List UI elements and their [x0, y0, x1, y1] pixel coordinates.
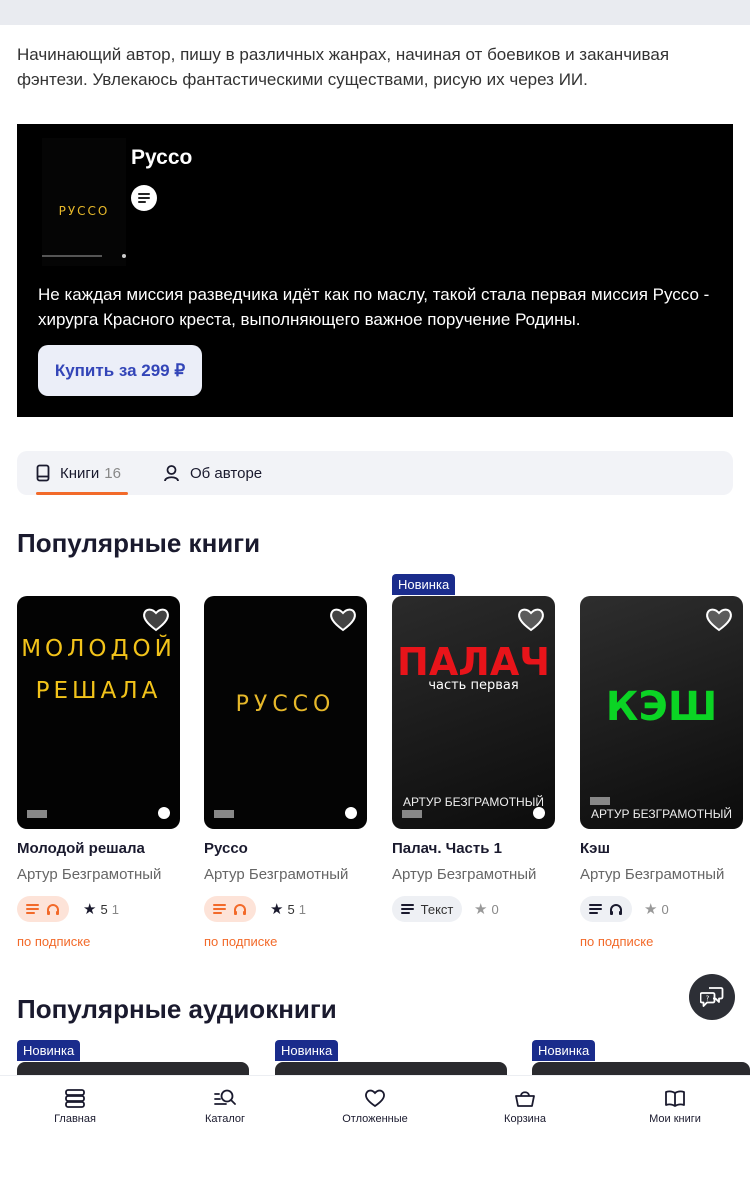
publisher-logo	[590, 797, 610, 805]
home-icon	[65, 1089, 85, 1108]
section-title-popular-books: Популярные книги	[17, 528, 261, 558]
nav-catalog[interactable]: Каталог	[170, 1088, 280, 1125]
cover-title-line1: КЭШ	[605, 684, 718, 730]
tab-active-indicator	[36, 492, 128, 495]
nav-cart[interactable]: Корзина	[470, 1088, 580, 1125]
book-title[interactable]: Палач. Часть 1	[392, 840, 502, 857]
promo-banner[interactable]: РУССО Руссо Не каждая миссия разведчика …	[17, 124, 733, 417]
favorite-heart-icon[interactable]	[329, 606, 357, 632]
format-badge: Текст	[392, 896, 462, 922]
subscription-label: по подписке	[204, 934, 278, 949]
rating: ★ 0	[474, 900, 499, 918]
headphones-icon	[234, 903, 246, 915]
cover-author: АРТУР БЕЗГРАМОТНЫЙ	[403, 795, 544, 809]
cover-author: АРТУР БЕЗГРАМОТНЫЙ	[591, 807, 732, 821]
cover-subtitle: часть первая	[428, 678, 519, 693]
book-title[interactable]: Кэш	[580, 840, 610, 857]
book-author[interactable]: Артур Безграмотный	[392, 866, 536, 883]
subscription-label: по подписке	[580, 934, 654, 949]
top-status-bar	[0, 0, 750, 25]
nav-cart-label: Корзина	[504, 1113, 546, 1125]
text-format-icon	[131, 185, 157, 211]
book-author[interactable]: Артур Безграмотный	[580, 866, 724, 883]
text-format-icon	[26, 904, 39, 914]
favorite-heart-icon[interactable]	[705, 606, 733, 632]
promo-cover-footer	[42, 254, 126, 258]
format-badge	[17, 896, 69, 922]
new-badge: Новинка	[17, 1040, 81, 1061]
age-rating-icon	[158, 807, 170, 819]
promo-book-cover[interactable]: РУССО	[42, 138, 126, 266]
book-author[interactable]: Артур Безграмотный	[17, 866, 161, 883]
buy-button[interactable]: Купить за 299 ₽	[38, 345, 202, 396]
rating-value: 5	[287, 901, 295, 917]
book-author[interactable]: Артур Безграмотный	[204, 866, 348, 883]
tab-books[interactable]: Книги 16	[36, 451, 121, 495]
age-rating-icon	[345, 807, 357, 819]
book-title[interactable]: Руссо	[204, 840, 248, 857]
promo-description: Не каждая миссия разведчика идёт как по …	[38, 285, 710, 329]
new-badge: Новинка	[275, 1040, 339, 1061]
publisher-logo	[27, 810, 47, 818]
format-badge	[580, 896, 632, 922]
rating: ★ 5 1	[83, 900, 119, 918]
nav-catalog-label: Каталог	[205, 1113, 245, 1125]
heart-icon	[365, 1089, 385, 1108]
favorite-heart-icon[interactable]	[142, 606, 170, 632]
nav-home[interactable]: Главная	[20, 1088, 130, 1125]
text-format-icon	[589, 904, 602, 914]
promo-title[interactable]: Руссо	[131, 146, 192, 170]
nav-saved[interactable]: Отложенные	[320, 1088, 430, 1125]
text-format-icon	[400, 904, 414, 914]
rating: ★ 5 1	[270, 900, 306, 918]
rating-count: 0	[491, 901, 499, 917]
star-icon: ★	[644, 901, 658, 918]
rating-count: 1	[298, 901, 306, 917]
publisher-logo	[402, 810, 422, 818]
tab-books-label: Книги	[60, 464, 100, 482]
nav-my-books-label: Мои книги	[649, 1113, 701, 1125]
chat-icon: ?	[700, 987, 724, 1007]
nav-saved-label: Отложенные	[342, 1113, 408, 1125]
tab-about-label: Об авторе	[190, 464, 263, 482]
nav-my-books[interactable]: Мои книги	[620, 1088, 730, 1125]
publisher-logo	[214, 810, 234, 818]
user-icon	[164, 465, 179, 482]
tab-books-count: 16	[104, 464, 121, 482]
promo-cover-title: РУССО	[58, 204, 110, 218]
rating-count: 0	[661, 901, 669, 917]
support-chat-button[interactable]: ?	[689, 974, 735, 1020]
section-title-popular-audiobooks: Популярные аудиокниги	[17, 994, 337, 1024]
bottom-navigation: Главная Каталог Отложенные Корзина Мои к…	[0, 1075, 750, 1200]
star-icon: ★	[474, 901, 488, 918]
rating: ★ 0	[644, 900, 669, 918]
headphones-icon	[610, 903, 622, 915]
format-label: Текст	[420, 901, 454, 917]
text-format-icon	[213, 904, 226, 914]
basket-icon	[515, 1091, 535, 1107]
author-tabs: Книги 16 Об авторе	[17, 451, 733, 495]
cover-title-line1: МОЛОДОЙ	[21, 636, 176, 662]
subscription-label: по подписке	[17, 934, 91, 949]
open-book-icon	[665, 1090, 685, 1107]
nav-home-label: Главная	[54, 1113, 96, 1125]
book-icon	[36, 464, 50, 482]
new-badge: Новинка	[532, 1040, 596, 1061]
cover-title-line2: РЕШАЛА	[35, 678, 162, 704]
svg-text:?: ?	[706, 995, 710, 1003]
cover-title-line1: РУССО	[235, 692, 336, 717]
age-rating-icon	[533, 807, 545, 819]
new-badge: Новинка	[392, 574, 456, 595]
favorite-heart-icon[interactable]	[517, 606, 545, 632]
catalog-search-icon	[214, 1089, 236, 1105]
book-title[interactable]: Молодой решала	[17, 840, 145, 857]
star-icon: ★	[270, 901, 284, 918]
format-badge	[204, 896, 256, 922]
star-icon: ★	[83, 901, 97, 918]
author-bio: Начинающий автор, пишу в различных жанра…	[17, 45, 670, 89]
rating-count: 1	[111, 901, 119, 917]
tab-about-author[interactable]: Об авторе	[163, 451, 262, 495]
headphones-icon	[47, 903, 59, 915]
rating-value: 5	[100, 901, 108, 917]
